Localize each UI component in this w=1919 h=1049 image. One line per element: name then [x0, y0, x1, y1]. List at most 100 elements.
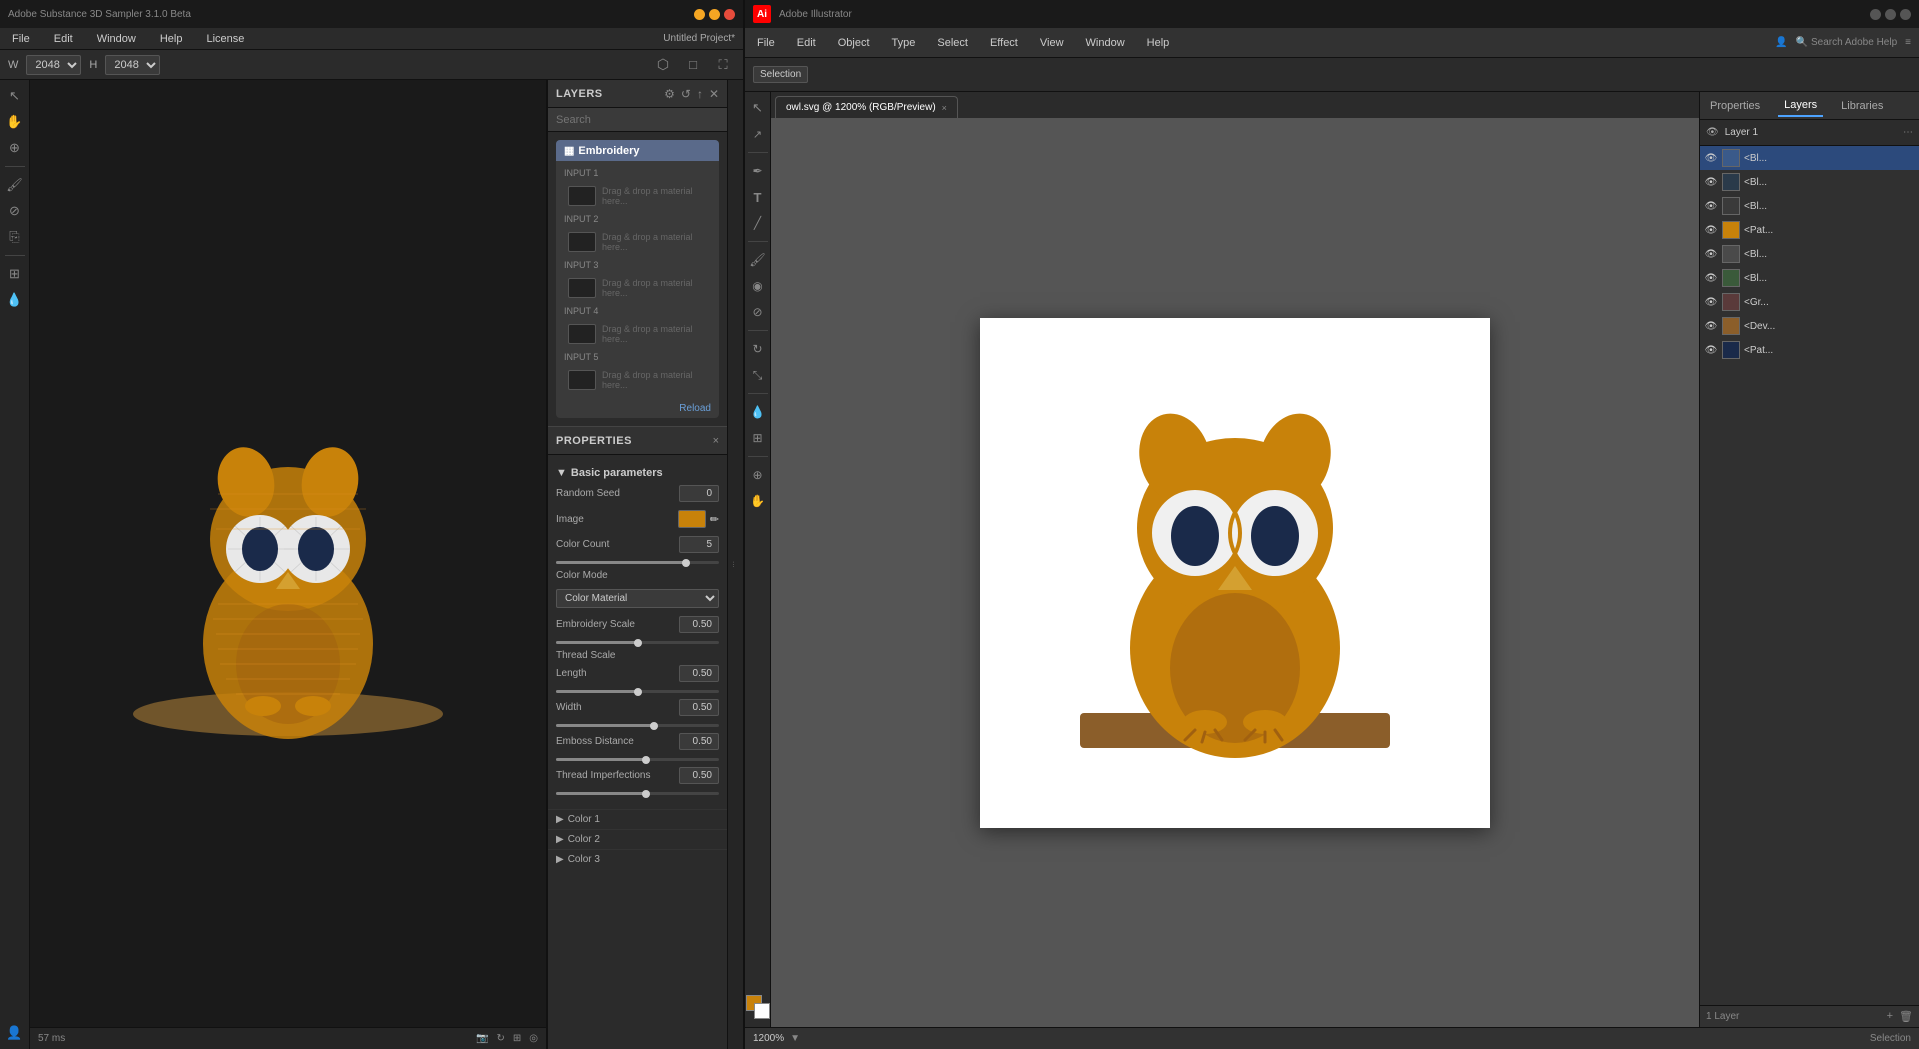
layer-eye-0[interactable]: 👁	[1704, 151, 1718, 165]
clone-tool-btn[interactable]: ⎘	[3, 225, 27, 249]
layers-export-icon[interactable]: ↑	[697, 87, 703, 101]
ps-zoom-dropdown-icon[interactable]: ▼	[790, 1033, 800, 1044]
ps-more-icon[interactable]: ≡	[1905, 37, 1911, 48]
ps-paintbrush-tool[interactable]: 🖌	[746, 248, 770, 272]
layer-row-2[interactable]: 👁 <Bl...	[1700, 194, 1919, 218]
emboss-distance-slider[interactable]	[556, 758, 719, 761]
maximize-btn[interactable]	[709, 9, 720, 20]
eyedropper-icon[interactable]: ✏	[710, 513, 719, 526]
ps-blob-brush-tool[interactable]: ◉	[746, 274, 770, 298]
ps-user-icon[interactable]: 👤	[1775, 37, 1787, 48]
ps-menu-edit[interactable]: Edit	[793, 35, 820, 51]
color-3-section[interactable]: ▶ Color 3	[548, 849, 727, 869]
layers-refresh-icon[interactable]: ↺	[681, 87, 691, 101]
embroidery-scale-value[interactable]: 0.50	[679, 616, 719, 633]
layer-row-0[interactable]: 👁 <Bl...	[1700, 146, 1919, 170]
background-color[interactable]	[754, 1003, 770, 1019]
grid-icon[interactable]: ⊞	[513, 1033, 521, 1044]
tab-libraries[interactable]: Libraries	[1835, 96, 1889, 116]
menu-file[interactable]: File	[8, 31, 34, 47]
tab-close-btn[interactable]: ×	[942, 103, 947, 113]
ps-menu-effect[interactable]: Effect	[986, 35, 1022, 51]
properties-close-icon[interactable]: ×	[713, 435, 719, 447]
ps-eraser-tool[interactable]: ⊘	[746, 300, 770, 324]
ps-hand-tool[interactable]: ✋	[746, 489, 770, 513]
layers-options-icon[interactable]: ⋯	[1903, 127, 1913, 138]
ps-menu-help[interactable]: Help	[1143, 35, 1174, 51]
user-icon[interactable]: 👤	[3, 1021, 27, 1045]
ps-type-tool[interactable]: T	[746, 185, 770, 209]
layers-delete-icon[interactable]: ✕	[709, 87, 719, 101]
ps-measure-tool[interactable]: ⊞	[746, 426, 770, 450]
reload-btn[interactable]: Reload	[556, 399, 719, 418]
ps-minimize-btn[interactable]	[1870, 9, 1881, 20]
ps-maximize-btn[interactable]	[1885, 9, 1896, 20]
thread-imperfections-value[interactable]: 0.50	[679, 767, 719, 784]
width-select[interactable]: 2048 1024 4096	[26, 55, 81, 75]
color-count-slider[interactable]	[556, 561, 719, 564]
menu-window[interactable]: Window	[93, 31, 140, 47]
layer-row-3[interactable]: 👁 <Pat...	[1700, 218, 1919, 242]
thread-length-slider[interactable]	[556, 690, 719, 693]
ps-select-tool[interactable]: ↖	[746, 96, 770, 120]
erase-tool-btn[interactable]: ⊘	[3, 199, 27, 223]
3d-view-icon[interactable]: ⬡	[651, 53, 675, 77]
thread-width-slider[interactable]	[556, 724, 719, 727]
thread-width-value[interactable]: 0.50	[679, 699, 719, 716]
ps-menu-select[interactable]: Select	[933, 35, 972, 51]
layer-eye-2[interactable]: 👁	[1704, 199, 1718, 213]
fg-bg-color-selector[interactable]	[746, 995, 770, 1019]
ps-menu-type[interactable]: Type	[888, 35, 920, 51]
ps-zoom-tool[interactable]: ⊕	[746, 463, 770, 487]
color-1-section[interactable]: ▶ Color 1	[548, 809, 727, 829]
ps-menu-window[interactable]: Window	[1082, 35, 1129, 51]
layer-row-1[interactable]: 👁 <Bl...	[1700, 170, 1919, 194]
color-count-value[interactable]: 5	[679, 536, 719, 553]
ps-eyedropper-tool[interactable]: 💧	[746, 400, 770, 424]
owl-svg-tab[interactable]: owl.svg @ 1200% (RGB/Preview) ×	[775, 96, 958, 118]
layer-eye-7[interactable]: 👁	[1704, 319, 1718, 333]
tab-layers[interactable]: Layers	[1778, 95, 1823, 117]
section-collapse-icon[interactable]: ▼	[556, 467, 567, 479]
fullscreen-icon[interactable]: ⛶	[711, 53, 735, 77]
close-btn[interactable]	[724, 9, 735, 20]
image-swatch[interactable]	[678, 510, 706, 528]
ps-delete-layer-icon[interactable]: 🗑	[1899, 1010, 1913, 1023]
ps-rotate-tool[interactable]: ↻	[746, 337, 770, 361]
thread-length-value[interactable]: 0.50	[679, 665, 719, 682]
rotate-icon[interactable]: ↻	[496, 1033, 504, 1044]
layer-row-4[interactable]: 👁 <Bl...	[1700, 242, 1919, 266]
ps-line-tool[interactable]: ╱	[746, 211, 770, 235]
layer-row-5[interactable]: 👁 <Bl...	[1700, 266, 1919, 290]
camera-icon[interactable]: 📷	[476, 1033, 488, 1044]
ps-direct-select-tool[interactable]: ↗	[746, 122, 770, 146]
zoom-tool-btn[interactable]: ⊕	[3, 136, 27, 160]
layers-visibility-icon[interactable]: 👁	[1706, 127, 1719, 138]
layer-eye-4[interactable]: 👁	[1704, 247, 1718, 261]
color-mode-select[interactable]: Color Material Thread Color Gradient	[556, 589, 719, 608]
thread-imperfections-slider[interactable]	[556, 792, 719, 795]
layer-row-7[interactable]: 👁 <Dev...	[1700, 314, 1919, 338]
ps-scale-tool[interactable]: ⤡	[746, 363, 770, 387]
menu-edit[interactable]: Edit	[50, 31, 77, 47]
minimize-btn[interactable]	[694, 9, 705, 20]
ps-close-btn[interactable]	[1900, 9, 1911, 20]
eyedropper-tool-btn[interactable]: 💧	[3, 288, 27, 312]
layer-eye-6[interactable]: 👁	[1704, 295, 1718, 309]
input-drop-1[interactable]: Drag & drop a material here...	[560, 183, 715, 209]
layers-search-input[interactable]	[548, 108, 727, 132]
hand-tool-btn[interactable]: ✋	[3, 110, 27, 134]
input-drop-3[interactable]: Drag & drop a material here...	[560, 275, 715, 301]
brush-tool-btn[interactable]: 🖌	[3, 173, 27, 197]
layer-eye-5[interactable]: 👁	[1704, 271, 1718, 285]
ps-zoom-level[interactable]: 1200%	[753, 1033, 784, 1044]
height-select[interactable]: 2048 1024 4096	[105, 55, 160, 75]
layer-row-8[interactable]: 👁 <Pat...	[1700, 338, 1919, 362]
select-tool-btn[interactable]: ↖	[3, 84, 27, 108]
input-drop-5[interactable]: Drag & drop a material here...	[560, 367, 715, 393]
render-icon[interactable]: ◎	[529, 1033, 538, 1044]
ps-menu-object[interactable]: Object	[834, 35, 874, 51]
measure-tool-btn[interactable]: ⊞	[3, 262, 27, 286]
layer-eye-3[interactable]: 👁	[1704, 223, 1718, 237]
2d-view-icon[interactable]: □	[681, 53, 705, 77]
